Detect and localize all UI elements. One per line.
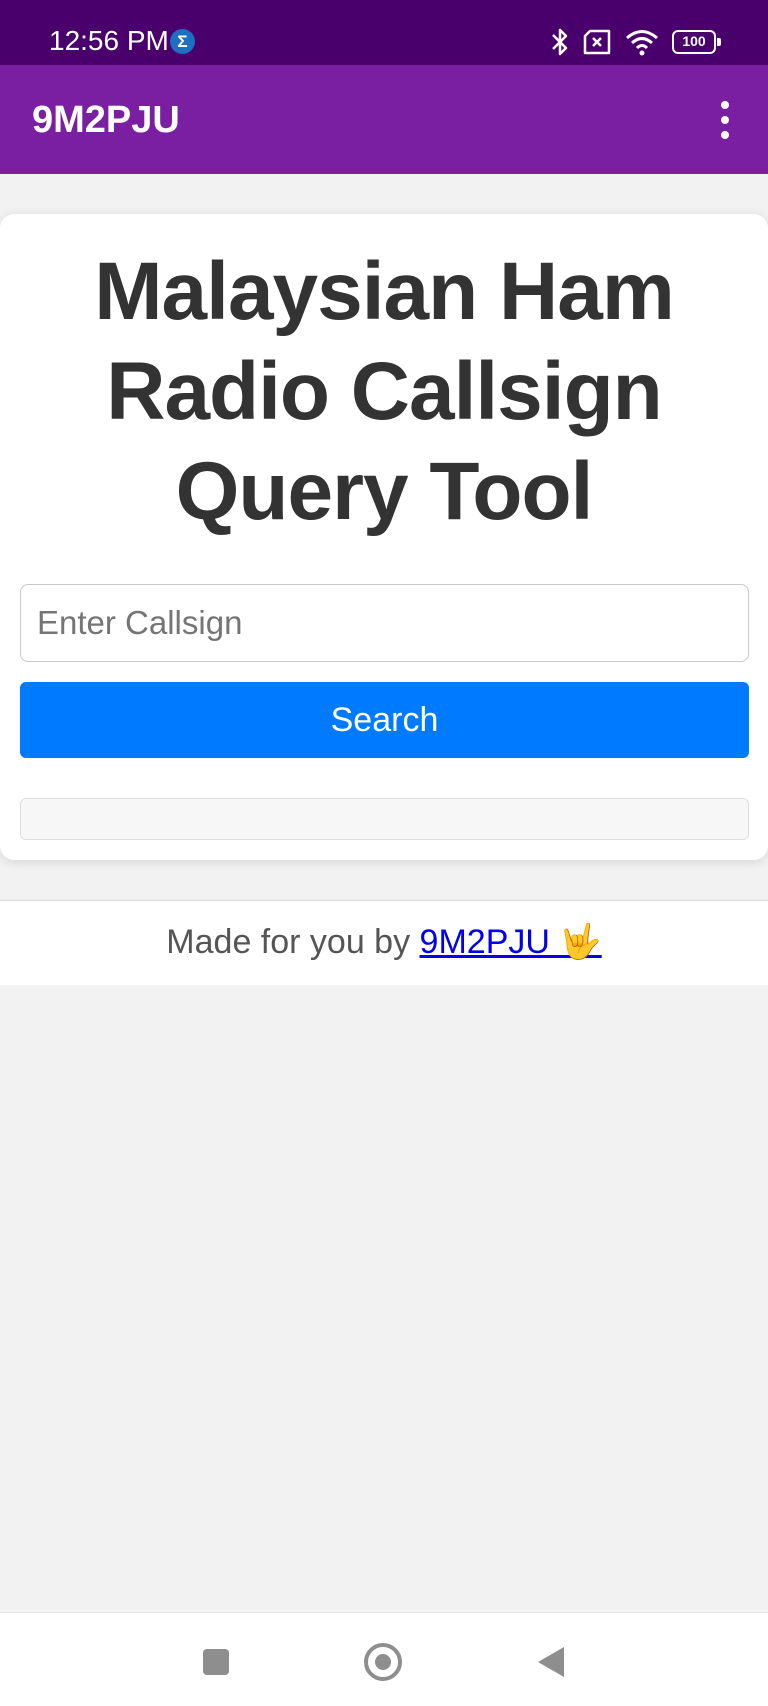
page-title: Malaysian Ham Radio Callsign Query Tool <box>94 246 675 537</box>
app-title: 9M2PJU <box>32 99 180 141</box>
sigma-icon: Σ <box>170 29 195 54</box>
home-icon[interactable] <box>364 1643 402 1681</box>
footer-text: Made for you by <box>166 923 420 961</box>
status-bar: 12:56 PM Σ 100 <box>0 0 768 65</box>
overflow-menu-icon[interactable] <box>710 101 740 141</box>
footer: Made for you by 9M2PJU 🤟 <box>0 900 768 985</box>
muted-sim-icon <box>582 29 612 55</box>
status-icons: 100 <box>550 26 721 58</box>
back-icon[interactable] <box>538 1647 564 1677</box>
recent-apps-icon[interactable] <box>203 1649 229 1675</box>
query-card: Malaysian Ham Radio Callsign Query Tool … <box>0 214 768 860</box>
callsign-input[interactable] <box>20 584 749 662</box>
bluetooth-icon <box>550 27 570 57</box>
app-bar: 9M2PJU <box>0 65 768 174</box>
menu-dot <box>721 116 729 124</box>
battery-icon: 100 <box>672 30 721 54</box>
wifi-icon <box>624 28 660 56</box>
author-link[interactable]: 9M2PJU 🤟 <box>420 923 602 961</box>
menu-dot <box>721 131 729 139</box>
search-button[interactable]: Search <box>20 682 749 758</box>
status-time: 12:56 PM <box>49 25 169 56</box>
result-box <box>20 798 749 840</box>
menu-dot <box>721 101 729 109</box>
navigation-bar <box>0 1612 768 1706</box>
